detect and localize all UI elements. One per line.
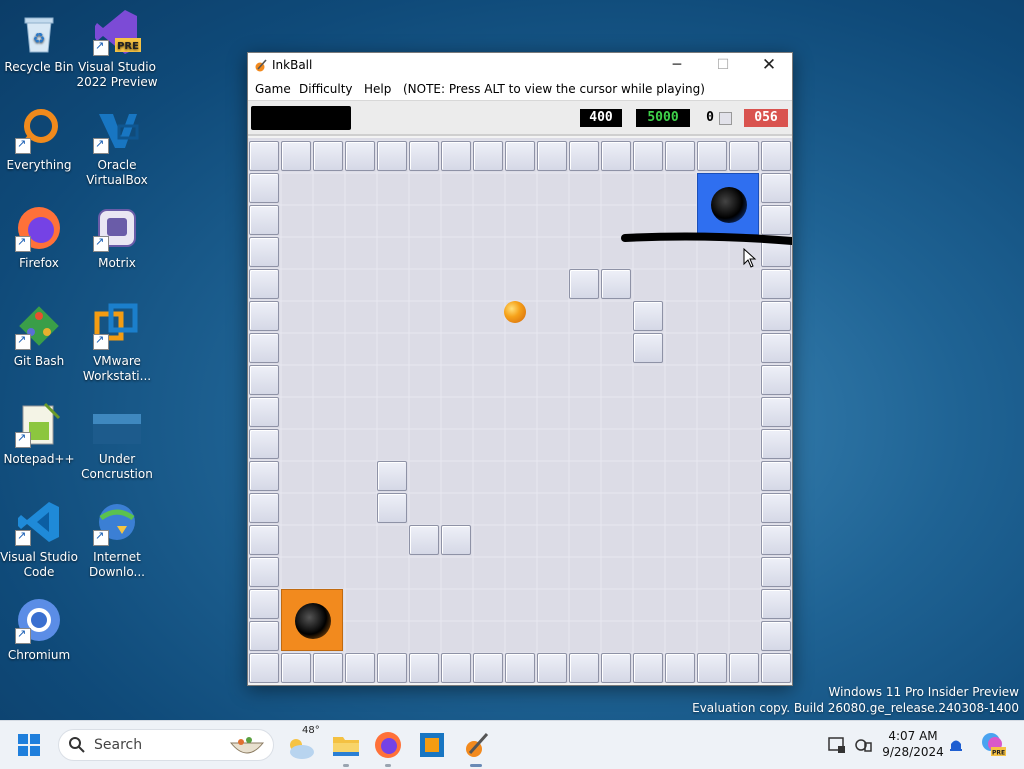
taskbar-inkball-icon[interactable] [460, 729, 492, 761]
title-bar[interactable]: InkBall ─ ☐ ✕ [248, 53, 792, 78]
taskbar-search-box[interactable]: Search [58, 729, 274, 761]
weather-widget[interactable]: 48° [286, 725, 322, 763]
taskbar-virtualbox-icon[interactable] [416, 729, 448, 761]
start-button-windows-icon[interactable] [17, 733, 41, 757]
weather-temperature: 48° [302, 725, 320, 736]
network-settings-icon[interactable] [853, 735, 873, 755]
inkball-active-indicator [470, 764, 482, 767]
inkball-window: InkBall ─ ☐ ✕ Game Difficulty Help (NOTE… [247, 52, 793, 686]
ink-stroke-layer [621, 232, 792, 245]
search-placeholder: Search [94, 737, 143, 753]
game-board[interactable] [248, 138, 792, 683]
notification-bell-icon[interactable] [947, 736, 965, 754]
svg-text:♻: ♻ [33, 31, 46, 47]
taskbar: Search 48° 4:07 AM 9/28/2024 PRE [0, 720, 1024, 769]
file-explorer-icon[interactable] [330, 729, 362, 761]
clock-time: 4:07 AM [888, 729, 938, 743]
desktop-icon-under-concrustion[interactable]: Under Concrustion [74, 400, 160, 482]
score-display: 400 [580, 109, 622, 127]
desktop-icon-visual-studio-preview[interactable]: PRE Visual Studio 2022 Preview [74, 8, 160, 90]
internet-download-manager-icon [93, 498, 141, 546]
widgets-tray-icon[interactable] [827, 735, 847, 755]
minimize-button[interactable]: ─ [654, 53, 700, 78]
explorer-running-indicator [343, 764, 349, 767]
git-bash-icon [15, 302, 63, 350]
desktop-icon-everything[interactable]: Everything [0, 106, 82, 173]
inkball-app-icon [255, 59, 267, 72]
motrix-icon [93, 204, 141, 252]
vmware-icon [93, 302, 141, 350]
desktop-icon-notepad-plus-plus[interactable]: Notepad++ [0, 400, 82, 467]
firefox-running-indicator [385, 764, 391, 767]
desktop-icon-vmware[interactable]: VMware Workstati... [74, 302, 160, 384]
watermark-line2: Evaluation copy. Build 26080.ge_release.… [692, 701, 1019, 715]
search-icon [69, 737, 85, 753]
ball-counter-square-icon [719, 112, 732, 125]
search-highlight-bowl-icon [229, 737, 265, 754]
desktop-icon-firefox[interactable]: Firefox [0, 204, 82, 271]
menu-game[interactable]: Game [255, 82, 291, 96]
desktop-icon-chromium[interactable]: Chromium [0, 596, 82, 663]
copilot-pre-icon[interactable]: PRE [980, 731, 1006, 757]
virtualbox-icon [93, 106, 141, 154]
menu-note: (NOTE: Press ALT to view the cursor whil… [403, 82, 705, 96]
ball-counter: 0 [706, 110, 714, 125]
svg-text:PRE: PRE [992, 750, 1005, 757]
firefox-icon [15, 204, 63, 252]
maximize-button[interactable]: ☐ [700, 53, 746, 78]
close-button[interactable]: ✕ [746, 53, 792, 78]
menu-difficulty[interactable]: Difficulty [299, 82, 353, 96]
ink-stroke [621, 232, 792, 245]
desktop-icon-git-bash[interactable]: Git Bash [0, 302, 82, 369]
folder-image-icon [93, 400, 141, 448]
window-title: InkBall [272, 58, 313, 72]
desktop-icon-motrix[interactable]: Motrix [74, 204, 160, 271]
desktop-icon-virtualbox[interactable]: Oracle VirtualBox [74, 106, 160, 188]
mouse-cursor-icon [743, 248, 757, 268]
desktop-icon-vscode[interactable]: Visual Studio Code [0, 498, 82, 580]
watermark-line1: Windows 11 Pro Insider Preview [828, 685, 1019, 699]
taskbar-firefox-icon[interactable] [372, 729, 404, 761]
everything-search-icon [15, 106, 63, 154]
menu-help[interactable]: Help [364, 82, 391, 96]
menu-bar: Game Difficulty Help (NOTE: Press ALT to… [248, 78, 792, 101]
recycle-bin-icon: ♻ [15, 8, 63, 56]
notepad-plus-plus-icon [15, 400, 63, 448]
clock-date: 9/28/2024 [882, 745, 944, 759]
desktop-icon-internet-download-manager[interactable]: Internet Downlo... [74, 498, 160, 580]
target-score-display: 5000 [636, 109, 690, 127]
chromium-icon [15, 596, 63, 644]
score-bar: 400 5000 0 056 [248, 101, 792, 136]
timer-display: 056 [744, 109, 788, 127]
ink-color-indicator [251, 106, 351, 130]
clock[interactable]: 4:07 AM 9/28/2024 [878, 728, 948, 760]
desktop-icon-recycle-bin[interactable]: ♻ Recycle Bin [0, 8, 82, 75]
visual-studio-preview-icon: PRE [93, 8, 141, 56]
svg-text:PRE: PRE [117, 41, 139, 52]
vscode-icon [15, 498, 63, 546]
weather-cloud-icon [290, 739, 314, 759]
